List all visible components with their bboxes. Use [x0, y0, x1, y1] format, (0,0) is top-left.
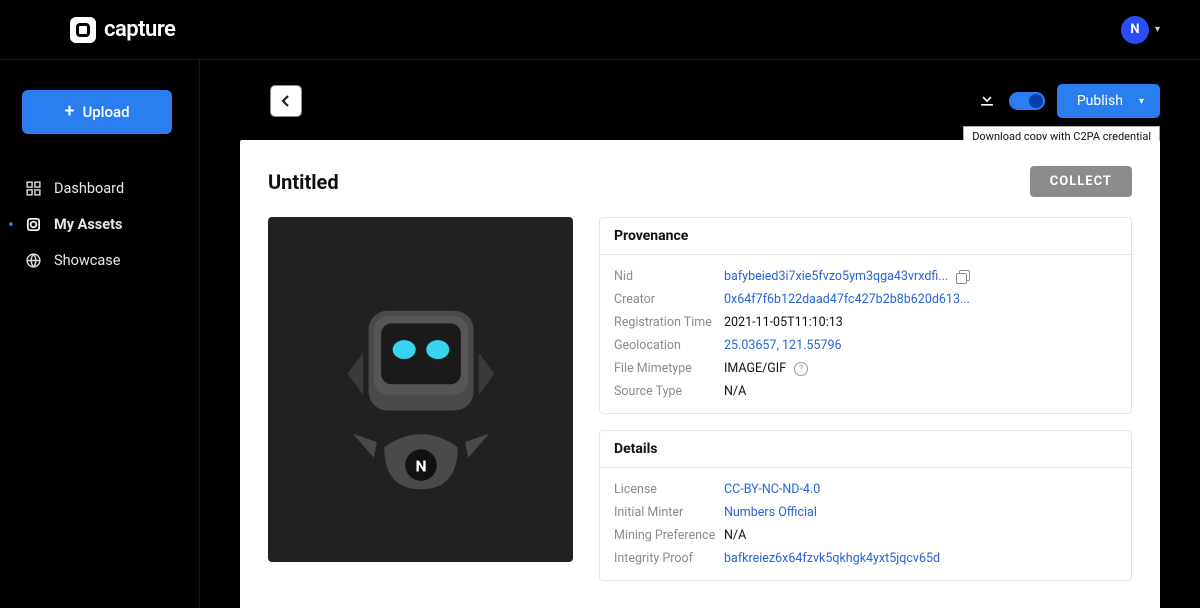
details-initial-minter: Initial Minter Numbers Official: [614, 501, 1117, 524]
provenance-nid: Nid bafybeied3i7xie5fvzo5ym3qga43vrxdfi.…: [614, 265, 1117, 288]
asset-toolbar: Publish ▾ Download copy with C2PA creden…: [240, 84, 1160, 118]
details-mining-preference: Mining Preference N/A: [614, 524, 1117, 547]
provenance-heading: Provenance: [600, 218, 1131, 255]
chevron-down-icon: ▾: [1155, 24, 1160, 35]
upload-label: Upload: [82, 103, 129, 121]
details-license: License CC-BY-NC-ND-4.0: [614, 478, 1117, 501]
sidebar-item-dashboard[interactable]: Dashboard: [22, 170, 177, 206]
asset-info: Provenance Nid bafybeied3i7xie5fvzo5ym3q…: [599, 217, 1132, 597]
plus-icon: +: [64, 103, 74, 121]
collect-button[interactable]: COLLECT: [1030, 166, 1132, 197]
sidebar-item-my-assets[interactable]: My Assets: [22, 206, 177, 242]
sidebar: + Upload Dashboard My Assets Showcase: [0, 60, 200, 608]
upload-button[interactable]: + Upload: [22, 90, 172, 134]
provenance-panel: Provenance Nid bafybeied3i7xie5fvzo5ym3q…: [599, 217, 1132, 414]
asset-card: Untitled COLLECT: [240, 140, 1160, 608]
help-icon[interactable]: ?: [794, 362, 808, 376]
publish-label: Publish: [1077, 93, 1123, 109]
copy-icon[interactable]: [956, 270, 970, 284]
brand-logo[interactable]: capture: [70, 17, 175, 43]
public-toggle[interactable]: [1009, 92, 1045, 110]
account-menu[interactable]: N ▾: [1121, 16, 1160, 44]
sidebar-item-showcase[interactable]: Showcase: [22, 242, 177, 278]
dashboard-icon: [24, 179, 42, 197]
asset-preview: N: [268, 217, 573, 562]
provenance-source-type: Source Type N/A: [614, 380, 1117, 403]
provenance-registration-time: Registration Time 2021-11-05T11:10:13: [614, 311, 1117, 334]
details-integrity-proof: Integrity Proof bafkreiez6x64fzvk5qkhgk4…: [614, 547, 1117, 570]
sidebar-item-label: Showcase: [54, 252, 120, 269]
assets-icon: [24, 215, 42, 233]
sidebar-item-label: My Assets: [54, 216, 122, 233]
logo-icon: [70, 17, 96, 43]
robot-illustration: N: [316, 253, 526, 526]
app-header: capture N ▾: [0, 0, 1200, 60]
avatar: N: [1121, 16, 1149, 44]
main-content: Publish ▾ Download copy with C2PA creden…: [200, 60, 1200, 608]
provenance-creator: Creator 0x64f7f6b122daad47fc427b2b8b620d…: [614, 288, 1117, 311]
sidebar-item-label: Dashboard: [54, 180, 124, 197]
svg-text:N: N: [415, 456, 426, 475]
publish-button[interactable]: Publish ▾: [1057, 84, 1160, 118]
chevron-down-icon: ▾: [1139, 96, 1144, 107]
provenance-geolocation: Geolocation 25.03657, 121.55796: [614, 334, 1117, 357]
back-button[interactable]: [270, 85, 302, 117]
provenance-file-mimetype: File Mimetype IMAGE/GIF ?: [614, 357, 1117, 380]
download-icon[interactable]: [977, 89, 997, 113]
asset-title: Untitled: [268, 170, 339, 194]
brand-name: capture: [104, 17, 175, 42]
showcase-icon: [24, 251, 42, 269]
details-heading: Details: [600, 431, 1131, 468]
details-panel: Details License CC-BY-NC-ND-4.0 Initial …: [599, 430, 1132, 581]
